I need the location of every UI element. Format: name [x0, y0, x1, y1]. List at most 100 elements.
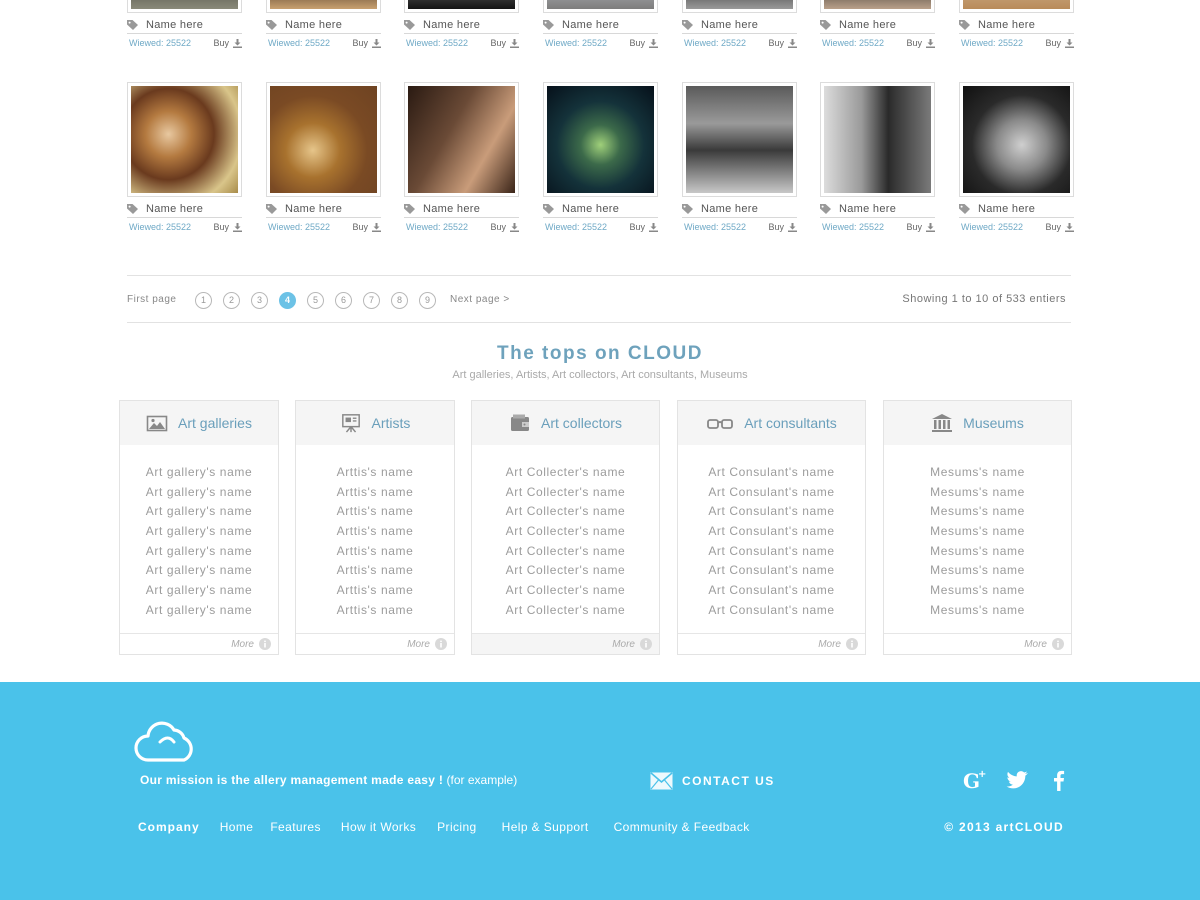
artwork-thumbnail[interactable]	[127, 0, 242, 13]
artwork-name[interactable]: Name here	[959, 201, 1074, 217]
artwork-name[interactable]: Name here	[959, 17, 1074, 33]
list-item[interactable]: Art Collecter's name	[472, 485, 659, 505]
list-item[interactable]: Art gallery's name	[120, 524, 278, 544]
artwork-thumbnail[interactable]	[266, 82, 381, 197]
list-item[interactable]: Art Consulant's name	[678, 544, 865, 564]
list-item[interactable]: Arttis's name	[296, 465, 454, 485]
list-item[interactable]: Arttis's name	[296, 583, 454, 603]
artwork-thumbnail[interactable]	[682, 82, 797, 197]
buy-button[interactable]: Buy	[490, 222, 519, 232]
buy-button[interactable]: Buy	[906, 222, 935, 232]
buy-button[interactable]: Buy	[906, 38, 935, 48]
list-item[interactable]: Arttis's name	[296, 563, 454, 583]
list-item[interactable]: Art Consulant's name	[678, 465, 865, 485]
panel-header[interactable]: Art galleries	[120, 401, 278, 445]
gallery-card[interactable]: Name here Wiewed: 25522 Buy	[266, 0, 381, 53]
artwork-thumbnail[interactable]	[820, 82, 935, 197]
buy-button[interactable]: Buy	[1045, 222, 1074, 232]
list-item[interactable]: Art Collecter's name	[472, 603, 659, 623]
buy-button[interactable]: Buy	[213, 38, 242, 48]
gallery-card[interactable]: Name here Wiewed: 25522 Buy	[543, 82, 658, 237]
artwork-name[interactable]: Name here	[266, 17, 381, 33]
artwork-thumbnail[interactable]	[543, 0, 658, 13]
gallery-card[interactable]: Name here Wiewed: 25522 Buy	[820, 82, 935, 237]
artwork-thumbnail[interactable]	[404, 82, 519, 197]
list-item[interactable]: Art Consulant's name	[678, 563, 865, 583]
first-page-link[interactable]: First page	[127, 294, 176, 305]
list-item[interactable]: Art gallery's name	[120, 563, 278, 583]
gallery-card[interactable]: Name here Wiewed: 25522 Buy	[959, 82, 1074, 237]
gallery-card[interactable]: Name here Wiewed: 25522 Buy	[820, 0, 935, 53]
more-link[interactable]: More	[120, 633, 278, 654]
list-item[interactable]: Arttis's name	[296, 544, 454, 564]
gallery-card[interactable]: Name here Wiewed: 25522 Buy	[682, 82, 797, 237]
page-8[interactable]: 8	[391, 292, 408, 309]
panel-header[interactable]: Art collectors	[472, 401, 659, 445]
list-item[interactable]: Arttis's name	[296, 485, 454, 505]
buy-button[interactable]: Buy	[629, 222, 658, 232]
list-item[interactable]: Mesums's name	[884, 524, 1071, 544]
artwork-name[interactable]: Name here	[543, 201, 658, 217]
footer-link-pricing[interactable]: Pricing	[437, 820, 476, 834]
footer-link-home[interactable]: Home	[220, 820, 254, 834]
artwork-name[interactable]: Name here	[404, 201, 519, 217]
artwork-name[interactable]: Name here	[127, 201, 242, 217]
artwork-name[interactable]: Name here	[543, 17, 658, 33]
page-5[interactable]: 5	[307, 292, 324, 309]
more-link[interactable]: More	[296, 633, 454, 654]
artwork-thumbnail[interactable]	[266, 0, 381, 13]
list-item[interactable]: Art Collecter's name	[472, 563, 659, 583]
list-item[interactable]: Arttis's name	[296, 603, 454, 623]
artwork-thumbnail[interactable]	[404, 0, 519, 13]
list-item[interactable]: Art Consulant's name	[678, 485, 865, 505]
list-item[interactable]: Art Collecter's name	[472, 465, 659, 485]
list-item[interactable]: Art gallery's name	[120, 603, 278, 623]
page-3[interactable]: 3	[251, 292, 268, 309]
list-item[interactable]: Art gallery's name	[120, 504, 278, 524]
list-item[interactable]: Art Collecter's name	[472, 544, 659, 564]
list-item[interactable]: Mesums's name	[884, 465, 1071, 485]
more-link[interactable]: More	[884, 633, 1071, 654]
buy-button[interactable]: Buy	[352, 38, 381, 48]
gallery-card[interactable]: Name here Wiewed: 25522 Buy	[404, 0, 519, 53]
buy-button[interactable]: Buy	[490, 38, 519, 48]
panel-header[interactable]: Museums	[884, 401, 1071, 445]
gallery-card[interactable]: Name here Wiewed: 25522 Buy	[266, 82, 381, 237]
buy-button[interactable]: Buy	[768, 222, 797, 232]
more-link[interactable]: More	[678, 633, 865, 654]
gallery-card[interactable]: Name here Wiewed: 25522 Buy	[127, 82, 242, 237]
list-item[interactable]: Art Consulant's name	[678, 504, 865, 524]
page-9[interactable]: 9	[419, 292, 436, 309]
artwork-name[interactable]: Name here	[820, 17, 935, 33]
google-plus-icon[interactable]: G +	[962, 768, 988, 792]
page-6[interactable]: 6	[335, 292, 352, 309]
twitter-icon[interactable]	[1004, 768, 1030, 792]
facebook-icon[interactable]	[1046, 768, 1072, 792]
list-item[interactable]: Art Consulant's name	[678, 524, 865, 544]
artwork-name[interactable]: Name here	[127, 17, 242, 33]
gallery-card[interactable]: Name here Wiewed: 25522 Buy	[682, 0, 797, 53]
artwork-name[interactable]: Name here	[682, 17, 797, 33]
list-item[interactable]: Mesums's name	[884, 603, 1071, 623]
buy-button[interactable]: Buy	[768, 38, 797, 48]
page-2[interactable]: 2	[223, 292, 240, 309]
gallery-card[interactable]: Name here Wiewed: 25522 Buy	[543, 0, 658, 53]
more-link[interactable]: More	[472, 633, 659, 654]
footer-link-help-support[interactable]: Help & Support	[502, 820, 589, 834]
list-item[interactable]: Mesums's name	[884, 504, 1071, 524]
artwork-name[interactable]: Name here	[682, 201, 797, 217]
list-item[interactable]: Art Consulant's name	[678, 603, 865, 623]
artwork-name[interactable]: Name here	[266, 201, 381, 217]
page-7[interactable]: 7	[363, 292, 380, 309]
gallery-card[interactable]: Name here Wiewed: 25522 Buy	[959, 0, 1074, 53]
artwork-thumbnail[interactable]	[543, 82, 658, 197]
list-item[interactable]: Mesums's name	[884, 583, 1071, 603]
contact-us-link[interactable]: CONTACT US	[650, 772, 775, 790]
list-item[interactable]: Art Collecter's name	[472, 583, 659, 603]
artwork-name[interactable]: Name here	[820, 201, 935, 217]
artwork-thumbnail[interactable]	[682, 0, 797, 13]
footer-link-features[interactable]: Features	[270, 820, 321, 834]
artwork-thumbnail[interactable]	[820, 0, 935, 13]
list-item[interactable]: Arttis's name	[296, 524, 454, 544]
artwork-thumbnail[interactable]	[959, 82, 1074, 197]
